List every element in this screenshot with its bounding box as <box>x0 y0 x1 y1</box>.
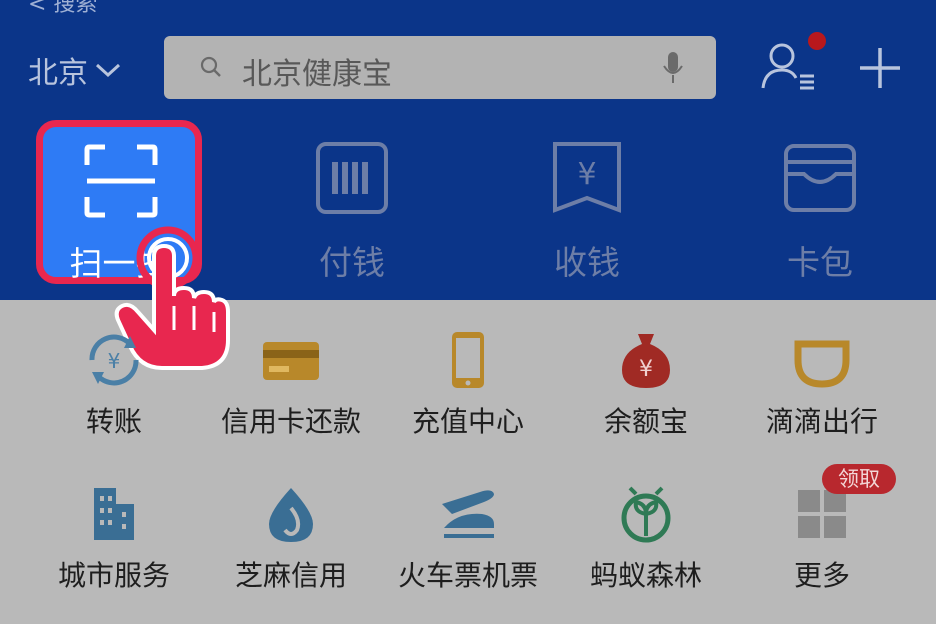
receive-button[interactable]: ¥ 收钱 <box>497 0 677 300</box>
phone-recharge-icon <box>452 332 484 388</box>
grid-item-didi[interactable]: 滴滴出行 <box>730 330 914 470</box>
chevron-down-icon <box>95 63 121 78</box>
grid-item-credit-card[interactable]: 信用卡还款 <box>199 330 383 470</box>
grid-label: 滴滴出行 <box>765 405 878 438</box>
grid-label: 城市服务 <box>57 559 170 592</box>
grid-item-more[interactable]: 更多 <box>730 484 914 624</box>
money-bag-icon: ¥ <box>622 334 670 388</box>
sprout-icon <box>621 486 671 543</box>
card-wallet-button[interactable]: 卡包 <box>730 0 910 300</box>
grid-label: 火车票机票 <box>397 559 538 592</box>
grid-item-ant-forest[interactable]: 蚂蚁森林 <box>554 484 738 624</box>
sesame-credit-icon <box>269 488 313 542</box>
wallet-icon <box>784 144 856 212</box>
city-label: 北京 <box>28 56 88 91</box>
yuan-receipt-icon: ¥ <box>553 142 621 213</box>
grid-label: 芝麻信用 <box>234 559 347 592</box>
pay-button[interactable]: 付钱 <box>262 0 442 300</box>
scan-icon <box>84 144 158 218</box>
search-icon <box>200 56 221 77</box>
grid-label: 转账 <box>85 405 142 438</box>
svg-text:¥: ¥ <box>639 357 653 382</box>
receive-label: 收钱 <box>554 243 620 282</box>
grid-label: 充值中心 <box>411 405 524 438</box>
grid-label: 更多 <box>793 559 850 592</box>
city-building-icon <box>94 488 134 540</box>
credit-card-icon <box>263 342 319 380</box>
train-plane-icon <box>442 490 494 538</box>
grid-label: 信用卡还款 <box>220 405 361 438</box>
grid-item-train-plane[interactable]: 火车票机票 <box>376 484 560 624</box>
grid-item-sesame-credit[interactable]: 芝麻信用 <box>199 484 383 624</box>
grid-label: 余额宝 <box>603 405 688 438</box>
back-search-link[interactable]: < 搜索 <box>28 0 97 18</box>
grid-label: 蚂蚁森林 <box>589 559 702 592</box>
pay-label: 付钱 <box>319 243 385 282</box>
barcode-icon <box>316 142 388 214</box>
grid-item-transfer[interactable]: ¥ 转账 <box>22 330 206 470</box>
claim-badge: 领取 <box>822 464 896 494</box>
grid-item-recharge[interactable]: 充值中心 <box>376 330 560 470</box>
svg-text:¥: ¥ <box>577 157 596 192</box>
city-selector[interactable]: 北京 <box>28 48 122 92</box>
card-wallet-label: 卡包 <box>787 243 853 282</box>
grid-item-yuebao[interactable]: ¥ 余额宝 <box>554 330 738 470</box>
transfer-icon: ¥ <box>89 334 139 386</box>
didi-icon <box>794 340 850 388</box>
svg-text:¥: ¥ <box>108 349 121 373</box>
grid-item-city-services[interactable]: 城市服务 <box>22 484 206 624</box>
